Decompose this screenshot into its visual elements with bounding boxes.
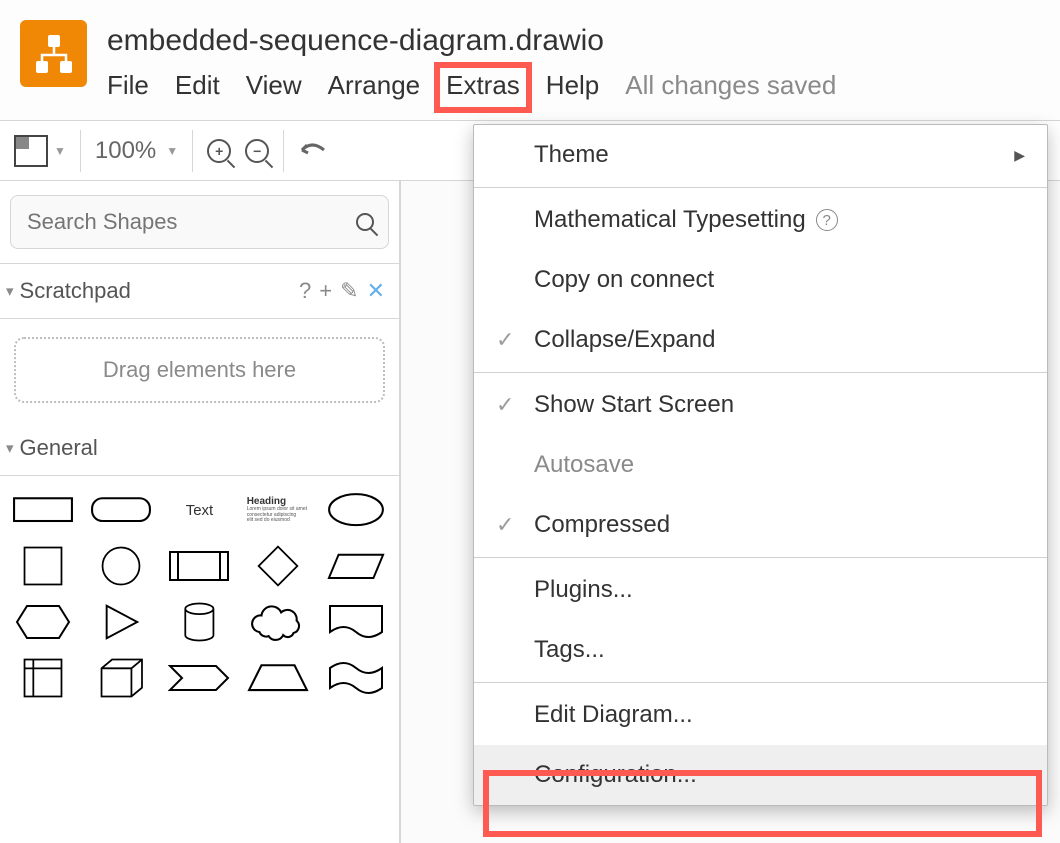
document-title[interactable]: embedded-sequence-diagram.drawio — [107, 24, 1050, 58]
menu-compressed[interactable]: Compressed — [474, 495, 1047, 555]
shape-tape[interactable] — [325, 656, 387, 700]
shape-circle[interactable] — [90, 544, 152, 588]
menu-file[interactable]: File — [107, 70, 149, 101]
zoom-level[interactable]: 100%▼ — [95, 137, 178, 165]
shape-cylinder[interactable] — [168, 600, 230, 644]
app-logo — [20, 20, 87, 87]
shape-cloud[interactable] — [247, 600, 309, 644]
menu-autosave: Autosave — [474, 435, 1047, 495]
shape-parallelogram[interactable] — [325, 544, 387, 588]
undo-button[interactable] — [298, 140, 328, 162]
zoom-in-button[interactable]: + — [207, 139, 231, 163]
search-shapes-input[interactable] — [10, 195, 389, 249]
scratchpad-dropzone[interactable]: Drag elements here — [14, 337, 385, 403]
help-icon[interactable]: ? — [816, 209, 838, 231]
menu-view[interactable]: View — [246, 70, 302, 101]
shape-palette: Text HeadingLorem ipsum dolor sit ametco… — [0, 476, 399, 712]
layout-toggle[interactable]: ▼ — [14, 135, 66, 167]
menu-extras[interactable]: Extras — [434, 62, 532, 113]
shape-internal-storage[interactable] — [12, 656, 74, 700]
edit-icon[interactable]: ✎ — [340, 278, 358, 304]
menu-show-start-screen[interactable]: Show Start Screen — [474, 375, 1047, 435]
menu-collapse-expand[interactable]: Collapse/Expand — [474, 310, 1047, 370]
shape-hexagon[interactable] — [12, 600, 74, 644]
shape-round-rect[interactable] — [90, 488, 152, 532]
menu-copy-on-connect[interactable]: Copy on connect — [474, 250, 1047, 310]
extras-menu: Theme Mathematical Typesetting? Copy on … — [473, 124, 1048, 806]
close-icon[interactable]: ✕ — [367, 278, 385, 304]
shape-textbox[interactable]: HeadingLorem ipsum dolor sit ametconsect… — [247, 488, 309, 532]
add-icon[interactable]: + — [319, 278, 332, 304]
shape-square[interactable] — [12, 544, 74, 588]
menu-edit[interactable]: Edit — [175, 70, 220, 101]
menu-theme[interactable]: Theme — [474, 125, 1047, 185]
search-icon — [356, 213, 374, 231]
menu-arrange[interactable]: Arrange — [328, 70, 421, 101]
menu-configuration[interactable]: Configuration... — [474, 745, 1047, 805]
collapse-icon: ▾ — [6, 439, 14, 457]
shape-diamond[interactable] — [247, 544, 309, 588]
menu-tags[interactable]: Tags... — [474, 620, 1047, 680]
general-header[interactable]: ▾ General — [0, 421, 399, 476]
zoom-out-button[interactable]: − — [245, 139, 269, 163]
shape-text[interactable]: Text — [168, 488, 230, 532]
help-icon[interactable]: ? — [299, 278, 311, 304]
shape-cube[interactable] — [90, 656, 152, 700]
menu-edit-diagram[interactable]: Edit Diagram... — [474, 685, 1047, 745]
menu-math-typesetting[interactable]: Mathematical Typesetting? — [474, 190, 1047, 250]
menu-plugins[interactable]: Plugins... — [474, 560, 1047, 620]
shape-document[interactable] — [325, 600, 387, 644]
shape-step[interactable] — [168, 656, 230, 700]
shape-triangle[interactable] — [90, 600, 152, 644]
shape-process[interactable] — [168, 544, 230, 588]
menu-help[interactable]: Help — [546, 70, 599, 101]
shape-rect[interactable] — [12, 488, 74, 532]
save-status: All changes saved — [625, 70, 836, 101]
shape-trapezoid[interactable] — [247, 656, 309, 700]
collapse-icon: ▾ — [6, 282, 14, 300]
shape-ellipse[interactable] — [325, 488, 387, 532]
scratchpad-header[interactable]: ▾ Scratchpad ? + ✎ ✕ — [0, 264, 399, 319]
